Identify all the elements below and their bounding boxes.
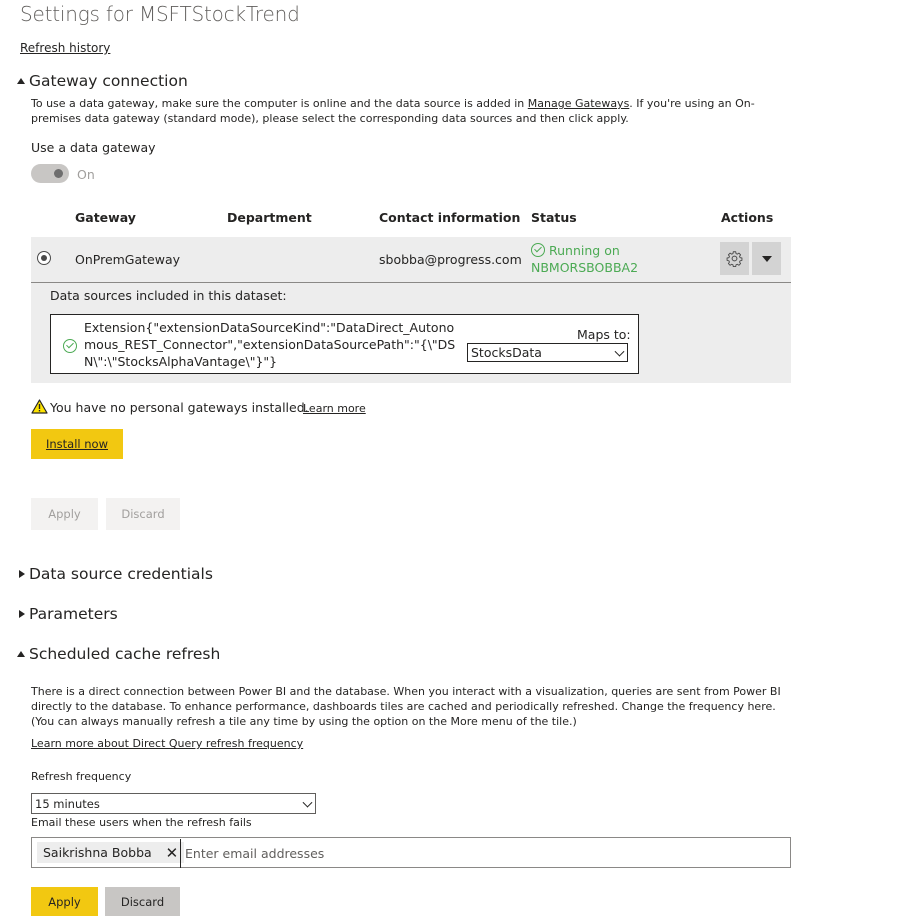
manage-gateways-link[interactable]: Manage Gateways: [528, 97, 630, 110]
warning-icon: [31, 399, 48, 414]
gateway-apply-button[interactable]: Apply: [31, 498, 98, 530]
refresh-history-link[interactable]: Refresh history: [20, 41, 110, 55]
email-recipients-field[interactable]: Saikrishna Bobba ✕: [31, 837, 791, 868]
caret-down-icon: [761, 255, 772, 262]
scheduled-refresh-description: There is a direct connection between Pow…: [31, 685, 781, 728]
refresh-frequency-label: Refresh frequency: [31, 770, 132, 783]
column-header-status: Status: [531, 210, 577, 225]
data-source-credentials-title: Data source credentials: [29, 565, 213, 583]
gateway-discard-button[interactable]: Discard: [106, 498, 180, 530]
direct-query-learn-more-link[interactable]: Learn more about Direct Query refresh fr…: [31, 737, 303, 750]
column-header-gateway: Gateway: [75, 210, 136, 225]
maps-to-label: Maps to:: [577, 327, 631, 342]
refresh-frequency-value: 15 minutes: [35, 796, 100, 811]
chevron-down-icon: [302, 797, 313, 808]
gateway-contact: sbobba@progress.com: [379, 252, 522, 267]
gateway-expand-button[interactable]: [752, 242, 781, 275]
gateway-desc-text-1: To use a data gateway, make sure the com…: [31, 97, 528, 110]
toggle-state-label: On: [77, 167, 95, 182]
parameters-header[interactable]: Parameters: [19, 605, 118, 623]
email-recipient-name: Saikrishna Bobba: [43, 845, 152, 860]
maps-to-select[interactable]: StocksData: [467, 343, 628, 362]
page-title: Settings for MSFTStockTrend: [20, 2, 300, 26]
collapse-triangle-icon: [17, 651, 25, 657]
column-header-contact: Contact information: [379, 210, 521, 225]
scheduled-cache-refresh-header[interactable]: Scheduled cache refresh: [17, 645, 220, 663]
expand-triangle-icon: [19, 610, 25, 618]
gateway-connection-header[interactable]: Gateway connection: [17, 72, 188, 90]
gear-icon: [726, 251, 743, 267]
status-line-1: Running on: [549, 243, 620, 258]
check-circle-icon: [63, 339, 77, 353]
gateway-status: Running on NBMORSBOBBA2: [531, 242, 638, 276]
use-gateway-label: Use a data gateway: [31, 140, 156, 155]
column-header-actions: Actions: [721, 210, 774, 225]
expand-triangle-icon: [19, 570, 25, 578]
toggle-knob: [54, 169, 63, 178]
data-sources-label: Data sources included in this dataset:: [50, 288, 287, 303]
data-source-path: Extension{"extensionDataSourceKind":"Dat…: [84, 320, 456, 369]
data-source-credentials-header[interactable]: Data source credentials: [19, 565, 213, 583]
email-users-label: Email these users when the refresh fails: [31, 816, 252, 829]
learn-more-link[interactable]: Learn more: [303, 402, 366, 415]
parameters-title: Parameters: [29, 605, 118, 623]
no-personal-gateways-text: You have no personal gateways installed.: [50, 400, 309, 415]
gateway-settings-button[interactable]: [720, 242, 749, 275]
email-input[interactable]: [180, 839, 787, 868]
column-header-department: Department: [227, 210, 312, 225]
close-icon[interactable]: ✕: [166, 844, 179, 862]
status-line-2: NBMORSBOBBA2: [531, 260, 639, 275]
refresh-frequency-select[interactable]: 15 minutes: [31, 793, 316, 814]
install-now-label: Install now: [45, 437, 108, 451]
radio-dot: [40, 254, 47, 261]
gateway-radio-button[interactable]: [37, 251, 51, 265]
collapse-triangle-icon: [17, 78, 25, 84]
scheduled-cache-refresh-title: Scheduled cache refresh: [29, 645, 221, 663]
scheduled-discard-button[interactable]: Discard: [105, 887, 180, 916]
install-now-button[interactable]: Install now: [31, 429, 123, 459]
chevron-down-icon: [614, 346, 625, 357]
gateway-description: To use a data gateway, make sure the com…: [31, 96, 771, 126]
gateway-name: OnPremGateway: [75, 252, 181, 267]
maps-to-value: StocksData: [471, 345, 542, 360]
email-recipient-chip: Saikrishna Bobba ✕: [37, 842, 185, 863]
check-circle-icon: [531, 243, 545, 257]
use-gateway-toggle[interactable]: [31, 164, 69, 183]
scheduled-apply-button[interactable]: Apply: [31, 887, 98, 916]
gateway-connection-title: Gateway connection: [29, 72, 188, 90]
